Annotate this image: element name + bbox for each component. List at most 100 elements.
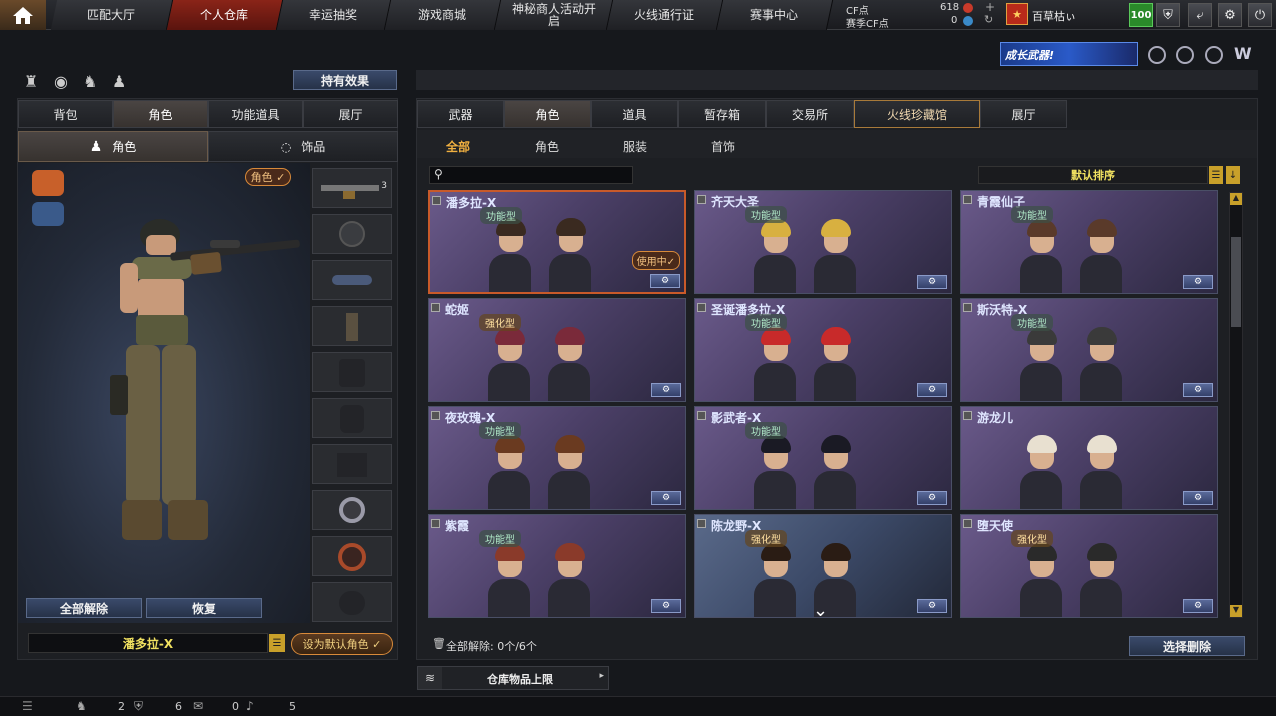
- tab-items[interactable]: 道具: [591, 100, 678, 128]
- slot-bracelet[interactable]: [312, 582, 392, 622]
- compass-icon[interactable]: [1205, 46, 1223, 64]
- power-icon[interactable]: ⏻: [1248, 3, 1272, 27]
- scroll-down-icon[interactable]: ▼: [1230, 605, 1242, 617]
- people-icon[interactable]: ♞: [83, 72, 97, 91]
- slot-goggles[interactable]: [312, 260, 392, 300]
- settings-icon[interactable]: ⚙: [1183, 491, 1213, 505]
- scrollbar[interactable]: ▲ ▼: [1229, 192, 1243, 618]
- tab-match-lobby[interactable]: 匹配大厅: [50, 0, 174, 30]
- slot-weapon[interactable]: 3: [312, 168, 392, 208]
- refresh-icon[interactable]: ↻: [984, 13, 993, 26]
- restore-button[interactable]: 恢复: [146, 598, 262, 618]
- settings-icon[interactable]: ⚙: [651, 383, 681, 397]
- subtab-all[interactable]: 全部: [446, 138, 470, 155]
- slot-vest[interactable]: [312, 352, 392, 392]
- list-icon[interactable]: ☰: [22, 699, 33, 713]
- settings-icon[interactable]: ⚙: [917, 491, 947, 505]
- outfit-type-icon[interactable]: [32, 202, 64, 226]
- tab-mystery-merchant[interactable]: 神秘商人活动开启: [494, 0, 614, 30]
- subtab-label: 饰品: [301, 140, 326, 154]
- slot-helmet[interactable]: [312, 214, 392, 254]
- menu-icon[interactable]: ☰: [1209, 166, 1223, 184]
- tab-lucky-draw[interactable]: 幸运抽奖: [276, 0, 392, 30]
- shield-icon[interactable]: ⛨: [1156, 3, 1180, 27]
- tab-collection[interactable]: 火线珍藏馆: [854, 100, 980, 128]
- character-card[interactable]: 潘多拉-X 功能型 使用中✓ ⚙: [428, 190, 686, 294]
- shield-icon[interactable]: ⛨: [134, 699, 143, 714]
- subtab-outfits[interactable]: 服装: [623, 138, 647, 155]
- character-portrait: [486, 537, 532, 617]
- search-input[interactable]: ⚲: [429, 166, 633, 184]
- slot-pants[interactable]: [312, 444, 392, 484]
- tab-weapons[interactable]: 武器: [417, 100, 504, 128]
- list-icon[interactable]: ☰: [269, 634, 285, 652]
- tab-showroom[interactable]: 展厅: [303, 100, 398, 128]
- tab-characters[interactable]: 角色: [504, 100, 591, 128]
- sort-arrow-icon[interactable]: ↓: [1226, 166, 1240, 184]
- tab-functional-items[interactable]: 功能道具: [208, 100, 303, 128]
- tab-backpack[interactable]: 背包: [18, 100, 113, 128]
- tab-battle-pass[interactable]: 火线通行证: [606, 0, 724, 30]
- gear-icon[interactable]: ⚙: [1218, 3, 1242, 27]
- character-card[interactable]: 斯沃特-X 功能型 ⚙: [960, 298, 1218, 402]
- settings-icon[interactable]: ⚙: [1183, 599, 1213, 613]
- character-card[interactable]: 堕天使 强化型 ⚙: [960, 514, 1218, 618]
- tab-temp-storage[interactable]: 暂存箱: [678, 100, 766, 128]
- settings-icon[interactable]: ⚙: [651, 491, 681, 505]
- chat-icon[interactable]: ✉: [193, 699, 203, 713]
- character-card[interactable]: 夜玫瑰-X 功能型 ⚙: [428, 406, 686, 510]
- chevron-down-icon[interactable]: ⌄: [813, 600, 828, 621]
- effects-button[interactable]: 持有效果: [293, 70, 397, 90]
- slot-radio[interactable]: [312, 306, 392, 346]
- tab-exchange[interactable]: 交易所: [766, 100, 854, 128]
- type-badge: 功能型: [745, 206, 787, 223]
- exit-icon[interactable]: ⤶: [1188, 3, 1212, 27]
- tab-game-mall[interactable]: 游戏商城: [384, 0, 502, 30]
- role-tag[interactable]: 角色 ✓: [245, 168, 291, 186]
- sort-dropdown[interactable]: 默认排序: [978, 166, 1208, 184]
- tab-gallery[interactable]: 展厅: [980, 100, 1067, 128]
- w-logo-icon[interactable]: W: [1234, 44, 1252, 63]
- scroll-up-icon[interactable]: ▲: [1230, 193, 1242, 205]
- select-delete-button[interactable]: 选择删除: [1129, 636, 1245, 656]
- set-default-button[interactable]: 设为默认角色 ✓: [291, 633, 393, 655]
- character-card[interactable]: 齐天大圣 功能型 ⚙: [694, 190, 952, 294]
- settings-icon[interactable]: ⚙: [917, 383, 947, 397]
- settings-icon[interactable]: ⚙: [1183, 275, 1213, 289]
- view-icon[interactable]: ◉: [54, 72, 68, 91]
- tab-personal-storage[interactable]: 个人仓库: [166, 0, 284, 30]
- speaker-icon[interactable]: ♪: [246, 699, 254, 713]
- add-icon[interactable]: +: [985, 0, 995, 14]
- subtab-characters[interactable]: 角色: [535, 138, 559, 155]
- storage-limit-bar[interactable]: ≋ 仓库物品上限 ▸: [417, 666, 609, 690]
- friends-icon[interactable]: ♞: [76, 699, 87, 713]
- settings-icon[interactable]: ⚙: [651, 599, 681, 613]
- role-type-icon[interactable]: [32, 170, 64, 196]
- settings-icon[interactable]: ⚙: [1183, 383, 1213, 397]
- settings-icon[interactable]: ⚙: [917, 599, 947, 613]
- settings-icon[interactable]: ⚙: [917, 275, 947, 289]
- slot-ring[interactable]: [312, 490, 392, 530]
- character-card[interactable]: 蛇姬 强化型 ⚙: [428, 298, 686, 402]
- badge-icon[interactable]: [1148, 46, 1166, 64]
- character-card[interactable]: 圣诞潘多拉-X 功能型 ⚙: [694, 298, 952, 402]
- unequip-all-button[interactable]: 全部解除: [26, 598, 142, 618]
- subtab-accessory[interactable]: ◌ 饰品: [208, 131, 398, 162]
- settings-icon[interactable]: ⚙: [650, 274, 680, 288]
- target-icon[interactable]: [1176, 46, 1194, 64]
- slot-necklace[interactable]: [312, 536, 392, 576]
- character-card[interactable]: 紫霞 功能型 ⚙: [428, 514, 686, 618]
- stats-icon[interactable]: ♜: [24, 72, 38, 91]
- tab-events[interactable]: 赛事中心: [716, 0, 834, 30]
- character-card[interactable]: 游龙儿 ⚙: [960, 406, 1218, 510]
- character-card[interactable]: 影武者-X 功能型 ⚙: [694, 406, 952, 510]
- subtab-character[interactable]: ♟ 角色: [18, 131, 208, 162]
- grow-weapon-banner[interactable]: 成长武器!: [1000, 42, 1138, 66]
- subtab-jewelry[interactable]: 首饰: [711, 138, 735, 155]
- pet-icon[interactable]: ♟: [112, 72, 126, 91]
- scroll-thumb[interactable]: [1231, 237, 1241, 327]
- character-card[interactable]: 青霞仙子 功能型 ⚙: [960, 190, 1218, 294]
- tab-character[interactable]: 角色: [113, 100, 208, 128]
- home-button[interactable]: [0, 0, 46, 30]
- slot-armor[interactable]: [312, 398, 392, 438]
